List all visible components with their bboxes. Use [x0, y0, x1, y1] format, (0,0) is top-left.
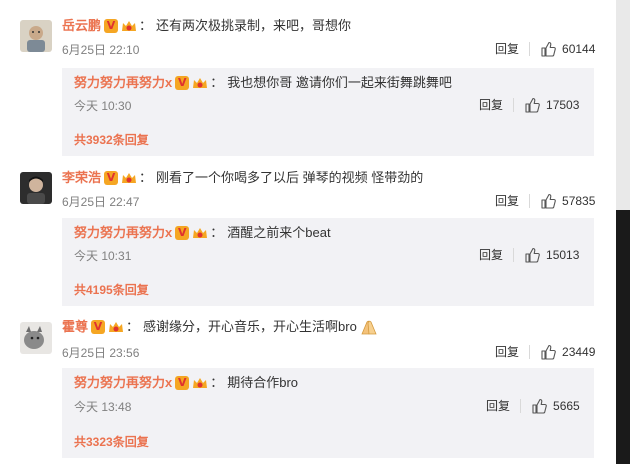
- thumbs-up-icon[interactable]: [531, 398, 547, 414]
- member-crown-icon: [121, 171, 137, 185]
- view-all-replies-link[interactable]: 共3932条回复: [74, 131, 149, 148]
- comment-time: 6月25日 23:56: [62, 346, 140, 360]
- reply-text: 期待合作bro: [227, 375, 299, 390]
- reply-button[interactable]: 回复: [479, 246, 503, 263]
- reply-time: 今天 13:48: [74, 400, 132, 414]
- background-edge: [616, 0, 630, 464]
- member-crown-icon: [192, 76, 208, 90]
- comment-time: 6月25日 22:47: [62, 195, 140, 209]
- colon: ：: [210, 225, 224, 240]
- like-count: 17503: [546, 97, 580, 112]
- thumbs-up-icon[interactable]: [540, 344, 556, 360]
- verified-v-icon: [175, 73, 190, 93]
- reply-button[interactable]: 回复: [495, 192, 519, 209]
- reply-button[interactable]: 回复: [486, 397, 510, 414]
- comment-text: 感谢缘分，开心音乐，开心生活啊bro: [143, 319, 357, 334]
- reply-text: 我也想你哥 邀请你们一起来街舞跳舞吧: [227, 75, 452, 90]
- colon: ：: [139, 170, 153, 185]
- comment-username[interactable]: 霍尊: [62, 317, 88, 337]
- reply-text: 酒醒之前来个beat: [227, 225, 331, 240]
- member-crown-icon: [121, 19, 137, 33]
- thumbs-up-icon[interactable]: [524, 97, 540, 113]
- reply-username[interactable]: 努力努力再努力x: [74, 373, 172, 393]
- verified-v-icon: [175, 223, 190, 243]
- view-all-replies-link[interactable]: 共3323条回复: [74, 433, 149, 450]
- colon: ：: [210, 75, 224, 90]
- reply-time: 今天 10:30: [74, 99, 132, 113]
- divider: [513, 247, 515, 262]
- comment-time: 6月25日 22:10: [62, 43, 140, 57]
- comment-item: 岳云鹏 ： 还有两次极挑录制，来吧，哥想你 6月25日 22:10 回复 601…: [0, 0, 616, 160]
- reply-box: 努力努力再努力x ： 我也想你哥 邀请你们一起来街舞跳舞吧 今天 10:30 回…: [62, 68, 594, 156]
- reply-button[interactable]: 回复: [495, 40, 519, 57]
- divider: [529, 193, 531, 208]
- like-count: 15013: [546, 247, 580, 262]
- reply-username[interactable]: 努力努力再努力x: [74, 223, 172, 243]
- reply-username[interactable]: 努力努力再努力x: [74, 73, 172, 93]
- colon: ：: [139, 18, 153, 33]
- like-count: 5665: [553, 398, 580, 413]
- folded-hands-icon: [359, 319, 379, 335]
- thumbs-up-icon[interactable]: [524, 247, 540, 263]
- thumbs-up-icon[interactable]: [540, 193, 556, 209]
- avatar[interactable]: [20, 20, 52, 52]
- reply-button[interactable]: 回复: [479, 96, 503, 113]
- comment-text: 刚看了一个你喝多了以后 弹琴的视频 怪带劲的: [156, 170, 424, 185]
- colon: ：: [210, 375, 224, 390]
- member-crown-icon: [108, 320, 124, 334]
- verified-v-icon: [104, 16, 119, 36]
- thumbs-up-icon[interactable]: [540, 41, 556, 57]
- like-count: 57835: [562, 193, 596, 208]
- comment-item: 霍尊 ： 感谢缘分，开心音乐，开心生活啊bro 6月25日 23:56 回复 2…: [0, 310, 616, 464]
- divider: [520, 398, 522, 413]
- comment-username[interactable]: 李荣浩: [62, 168, 101, 188]
- verified-v-icon: [91, 317, 106, 337]
- verified-v-icon: [175, 373, 190, 393]
- avatar[interactable]: [20, 172, 52, 204]
- colon: ：: [126, 319, 140, 334]
- reply-button[interactable]: 回复: [495, 343, 519, 360]
- divider: [529, 41, 531, 56]
- like-count: 60144: [562, 41, 596, 56]
- view-all-replies-link[interactable]: 共4195条回复: [74, 281, 149, 298]
- member-crown-icon: [192, 376, 208, 390]
- reply-box: 努力努力再努力x ： 酒醒之前来个beat 今天 10:31 回复 15013 …: [62, 218, 594, 306]
- reply-time: 今天 10:31: [74, 249, 132, 263]
- reply-box: 努力努力再努力x ： 期待合作bro 今天 13:48 回复 5665 共332…: [62, 368, 594, 458]
- member-crown-icon: [192, 226, 208, 240]
- comment-item: 李荣浩 ： 刚看了一个你喝多了以后 弹琴的视频 怪带劲的 6月25日 22:47…: [0, 160, 616, 310]
- comment-username[interactable]: 岳云鹏: [62, 16, 101, 36]
- divider: [513, 97, 515, 112]
- avatar[interactable]: [20, 322, 52, 354]
- divider: [529, 344, 531, 359]
- like-count: 23449: [562, 344, 596, 359]
- comment-text: 还有两次极挑录制，来吧，哥想你: [156, 18, 352, 33]
- verified-v-icon: [104, 168, 119, 188]
